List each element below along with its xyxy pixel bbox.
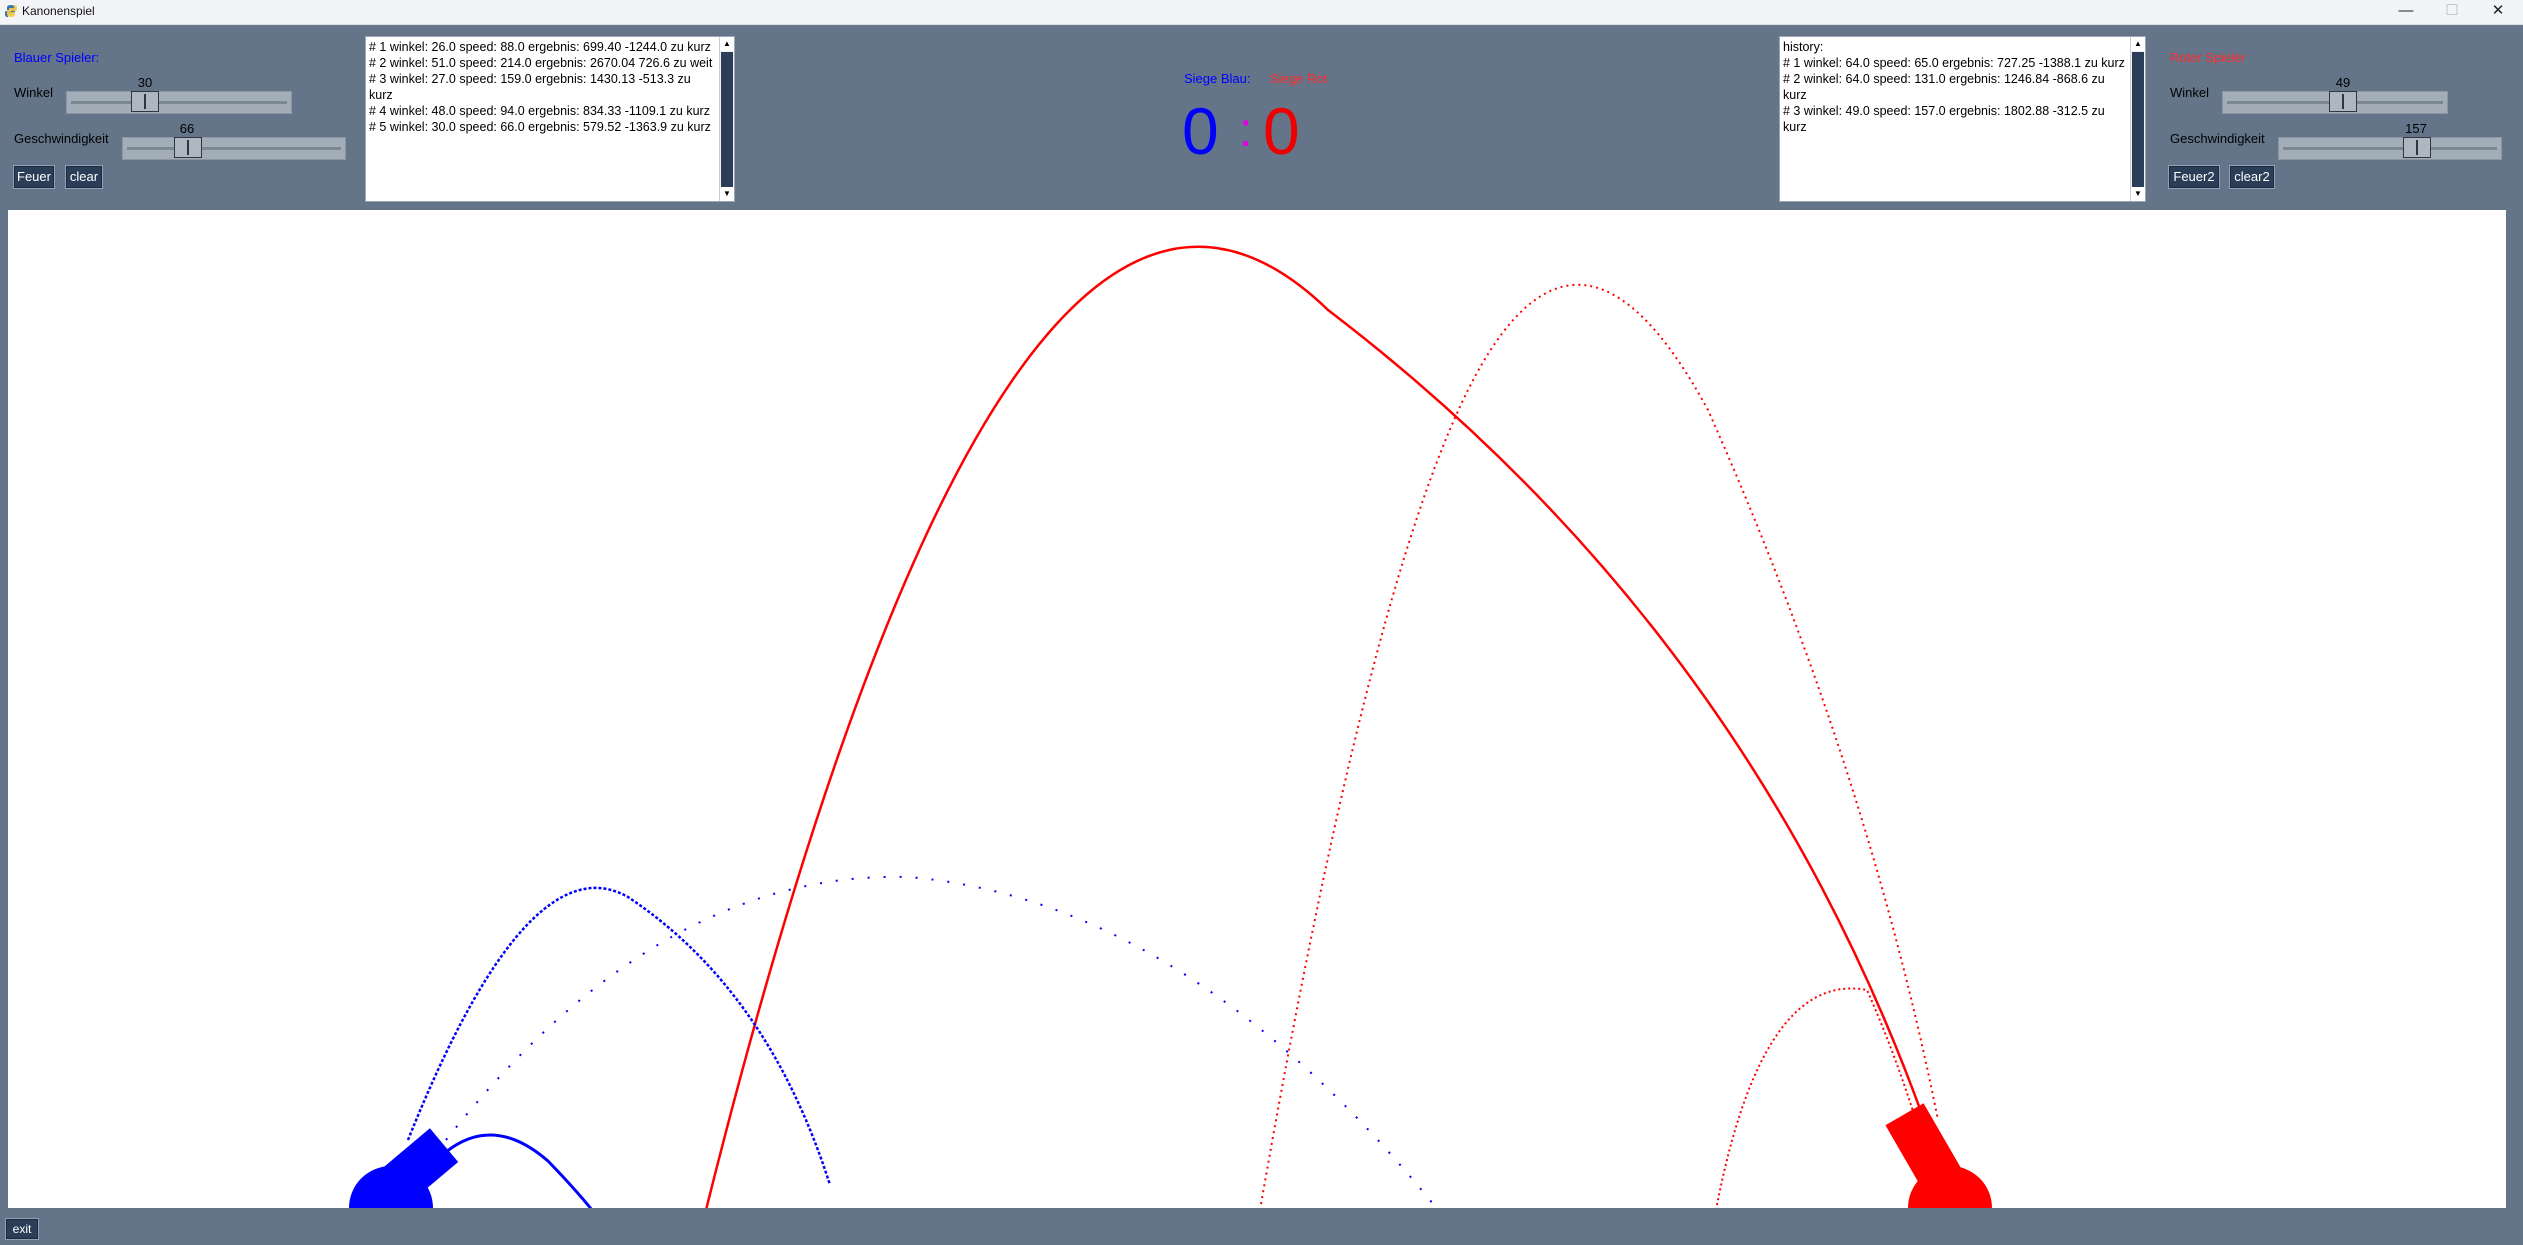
red-shot-2-trajectory bbox=[1259, 283, 1939, 1208]
scroll-down-arrow-icon[interactable]: ▼ bbox=[2131, 187, 2145, 201]
history-entry: # 1 winkel: 26.0 speed: 88.0 ergebnis: 6… bbox=[369, 40, 711, 54]
history-entry: # 5 winkel: 30.0 speed: 66.0 ergebnis: 5… bbox=[369, 120, 711, 134]
battlefield bbox=[349, 245, 1992, 1208]
red-player-header: Roter Spieler bbox=[2170, 50, 2246, 65]
red-history-list[interactable]: history: # 1 winkel: 64.0 speed: 65.0 er… bbox=[1779, 36, 2146, 202]
scroll-up-arrow-icon[interactable]: ▲ bbox=[720, 37, 734, 51]
maximize-button[interactable]: ☐ bbox=[2429, 0, 2475, 24]
game-canvas[interactable] bbox=[8, 210, 2506, 1208]
close-button[interactable]: ✕ bbox=[2475, 0, 2521, 24]
red-wins-label: Siege Rot bbox=[1270, 71, 1328, 86]
red-angle-label: Winkel bbox=[2170, 85, 2210, 100]
blue-angle-label: Winkel bbox=[14, 85, 54, 100]
scroll-up-arrow-icon[interactable]: ▲ bbox=[2131, 37, 2145, 51]
blue-angle-slider[interactable] bbox=[66, 91, 292, 114]
blue-player-header: Blauer Spieler: bbox=[14, 50, 100, 65]
history-entry: # 1 winkel: 64.0 speed: 65.0 ergebnis: 7… bbox=[1783, 56, 2125, 70]
red-history-scrollbar[interactable]: ▲ ▼ bbox=[2130, 37, 2145, 201]
blue-shot-1-trajectory bbox=[406, 886, 832, 1186]
red-speed-slider[interactable] bbox=[2278, 137, 2502, 160]
title-bar: Kanonenspiel — ☐ ✕ bbox=[0, 0, 2523, 25]
scroll-down-arrow-icon[interactable]: ▼ bbox=[720, 187, 734, 201]
blue-angle-value: 30 bbox=[137, 75, 153, 90]
history-entry: # 3 winkel: 49.0 speed: 157.0 ergebnis: … bbox=[1783, 104, 2105, 134]
red-angle-value: 49 bbox=[2335, 75, 2351, 90]
window-title: Kanonenspiel bbox=[22, 4, 95, 18]
blue-speed-slider-thumb[interactable] bbox=[174, 137, 202, 158]
blue-wins-count: 0 bbox=[1182, 94, 1219, 168]
blue-speed-label: Geschwindigkeit bbox=[14, 131, 109, 146]
red-speed-slider-thumb[interactable] bbox=[2403, 137, 2431, 158]
scrollbar-thumb[interactable] bbox=[721, 52, 733, 187]
red-wins-count: 0 bbox=[1263, 94, 1300, 168]
blue-wins-label: Siege Blau: bbox=[1184, 71, 1251, 86]
blue-cannon bbox=[349, 1128, 459, 1208]
score-separator: : bbox=[1239, 104, 1253, 157]
red-shot-3-trajectory bbox=[705, 245, 1926, 1208]
red-clear-button[interactable]: clear2 bbox=[2229, 165, 2275, 189]
red-speed-value: 157 bbox=[2405, 121, 2427, 136]
blue-history-list[interactable]: # 1 winkel: 26.0 speed: 88.0 ergebnis: 6… bbox=[365, 36, 735, 202]
history-entry: history: bbox=[1783, 40, 1824, 54]
blue-shot-2-trajectory bbox=[445, 875, 1438, 1208]
red-speed-label: Geschwindigkeit bbox=[2170, 131, 2265, 146]
blue-speed-slider[interactable] bbox=[122, 137, 346, 160]
history-entry: # 4 winkel: 48.0 speed: 94.0 ergebnis: 8… bbox=[369, 104, 710, 118]
exit-button[interactable]: exit bbox=[5, 1218, 39, 1240]
history-entry: # 2 winkel: 64.0 speed: 131.0 ergebnis: … bbox=[1783, 72, 2105, 102]
blue-speed-value: 66 bbox=[179, 121, 195, 136]
blue-fire-button[interactable]: Feuer bbox=[13, 165, 55, 189]
history-entry: # 3 winkel: 27.0 speed: 159.0 ergebnis: … bbox=[369, 72, 691, 102]
blue-clear-button[interactable]: clear bbox=[65, 165, 103, 189]
red-shot-1-trajectory bbox=[1715, 987, 1923, 1208]
red-angle-slider-thumb[interactable] bbox=[2329, 91, 2357, 112]
blue-history-scrollbar[interactable]: ▲ ▼ bbox=[719, 37, 734, 201]
red-angle-slider[interactable] bbox=[2222, 91, 2448, 114]
scrollbar-thumb[interactable] bbox=[2132, 52, 2144, 187]
red-cannon bbox=[1885, 1103, 1992, 1208]
blue-angle-slider-thumb[interactable] bbox=[131, 91, 159, 112]
minimize-button[interactable]: — bbox=[2383, 0, 2429, 24]
history-entry: # 2 winkel: 51.0 speed: 214.0 ergebnis: … bbox=[369, 56, 713, 70]
python-app-icon bbox=[5, 5, 17, 17]
red-fire-button[interactable]: Feuer2 bbox=[2168, 165, 2220, 189]
